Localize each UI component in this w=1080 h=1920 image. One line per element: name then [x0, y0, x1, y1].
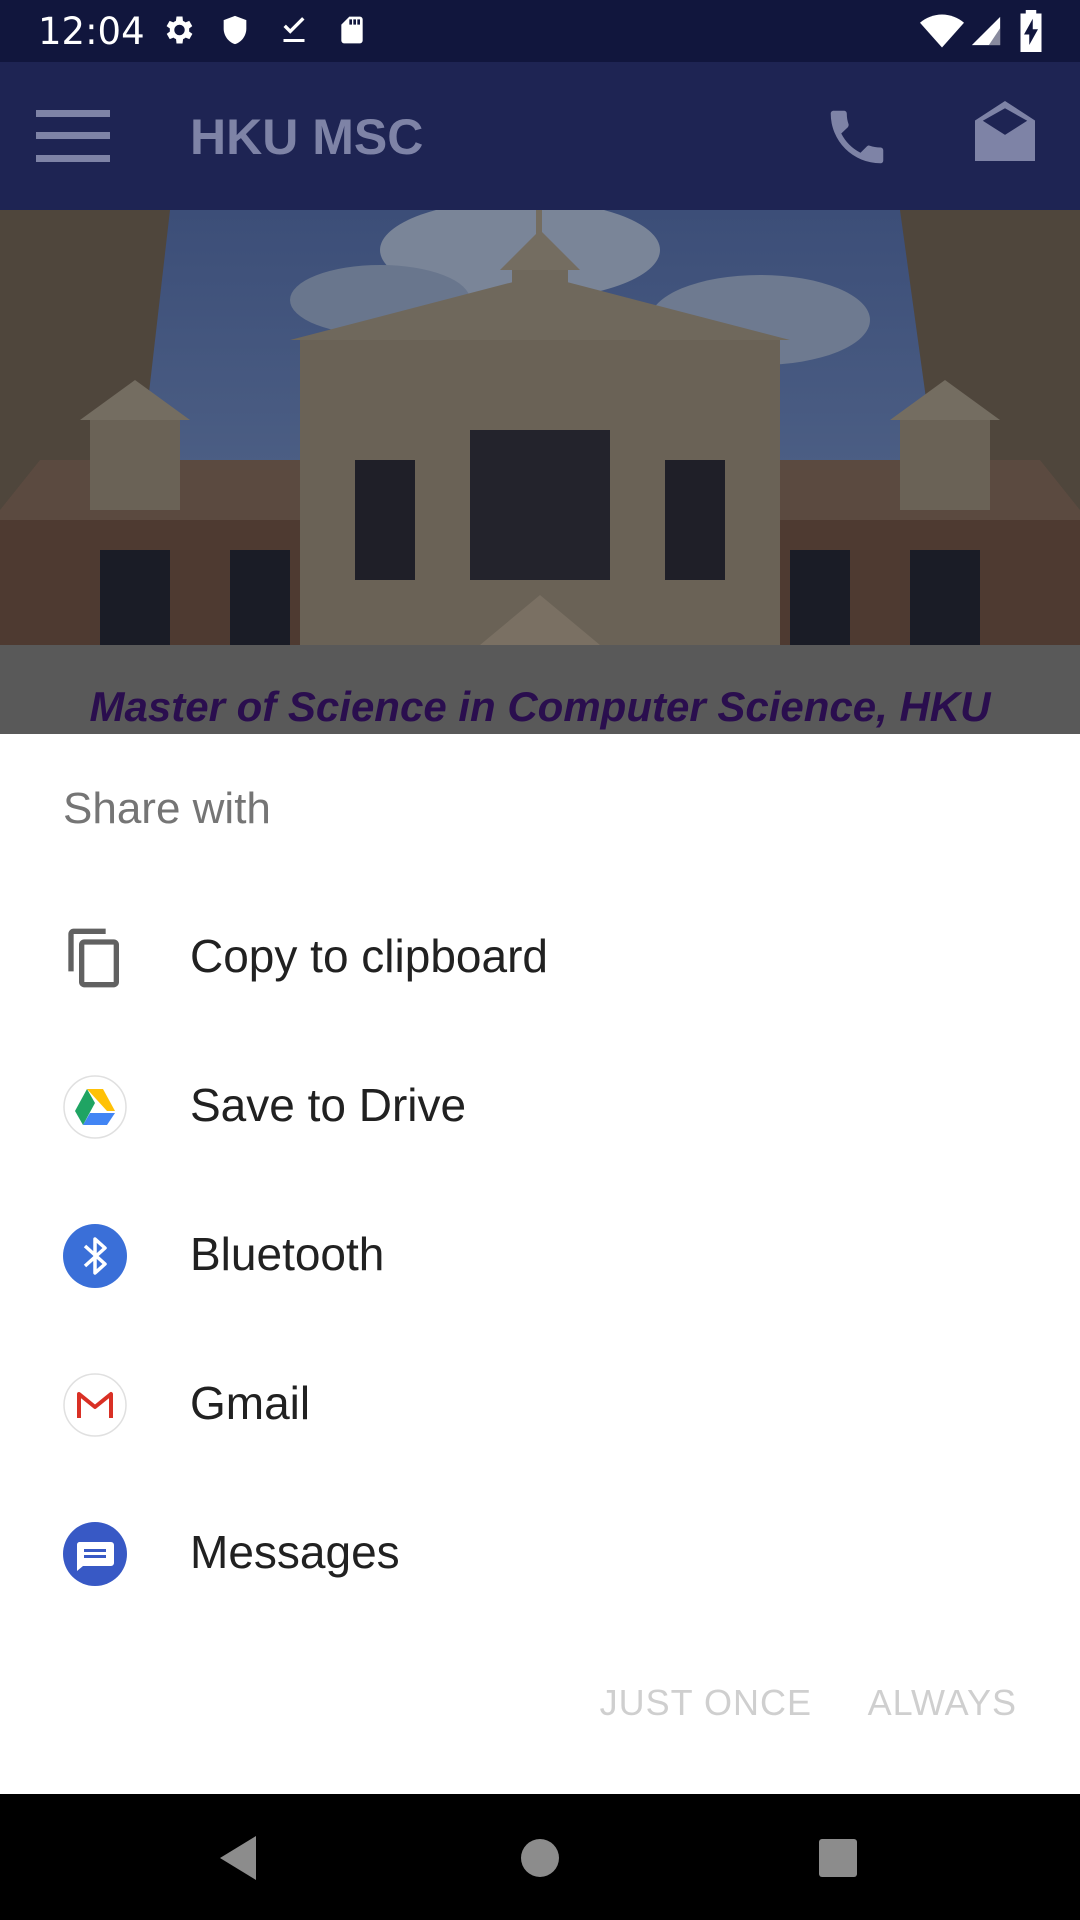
share-item-label: Bluetooth: [190, 1228, 385, 1280]
share-item-label: Gmail: [190, 1377, 311, 1429]
recents-icon[interactable]: [810, 1830, 866, 1886]
share-item-label: Copy to clipboard: [190, 930, 548, 982]
home-icon[interactable]: [512, 1830, 568, 1886]
menu-icon[interactable]: [36, 108, 110, 164]
back-icon[interactable]: [212, 1830, 268, 1886]
caption-strip: Master of Science in Computer Science, H…: [0, 645, 1080, 735]
share-item-messages[interactable]: Messages: [0, 1480, 1080, 1629]
gmail-icon: [63, 1373, 127, 1437]
share-item-save-to-drive[interactable]: Save to Drive: [0, 1033, 1080, 1182]
download-done-icon: [283, 17, 305, 42]
share-sheet: Share with Copy to clipboard Save to Dri…: [0, 734, 1080, 1794]
share-item-label: Messages: [190, 1526, 400, 1578]
messages-icon: [63, 1522, 127, 1586]
bluetooth-icon: [63, 1224, 127, 1288]
just-once-button[interactable]: JUST ONCE: [600, 1682, 812, 1724]
shield-icon: [223, 15, 247, 45]
share-sheet-header: Share with: [63, 784, 271, 833]
signal-icon: [971, 16, 1001, 46]
always-button[interactable]: ALWAYS: [868, 1682, 1017, 1724]
program-caption: Master of Science in Computer Science, H…: [89, 683, 991, 730]
app-bar: HKU MSC: [0, 62, 1080, 210]
wifi-icon: [920, 14, 964, 48]
sd-card-icon: [341, 16, 363, 44]
battery-charging-icon: [1020, 10, 1042, 52]
app-title: HKU MSC: [190, 109, 424, 165]
share-item-copy-to-clipboard[interactable]: Copy to clipboard: [0, 884, 1080, 1033]
copy-icon: [68, 928, 119, 988]
status-bar: 12:04: [0, 0, 1080, 62]
drive-icon: [63, 1075, 127, 1139]
settings-icon: [166, 16, 193, 44]
navigation-bar: [0, 1794, 1080, 1920]
share-item-label: Save to Drive: [190, 1079, 467, 1131]
share-actions: JUST ONCE ALWAYS: [0, 1682, 1080, 1742]
share-item-bluetooth[interactable]: Bluetooth: [0, 1182, 1080, 1331]
share-item-gmail[interactable]: Gmail: [0, 1331, 1080, 1480]
mail-icon[interactable]: [968, 98, 1042, 170]
phone-icon[interactable]: [822, 102, 892, 172]
hero-image: [0, 210, 1080, 645]
status-time: 12:04: [38, 10, 145, 53]
